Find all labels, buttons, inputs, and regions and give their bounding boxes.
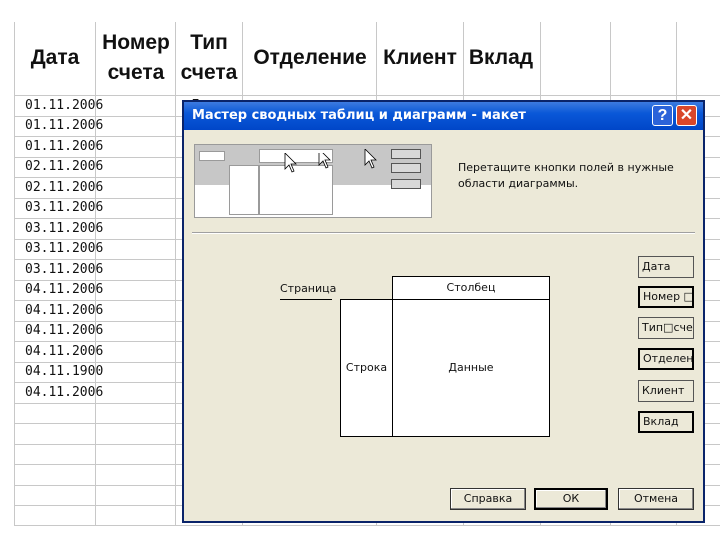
date-cell[interactable]: 04.11.2006 xyxy=(25,301,103,321)
header-account-type[interactable]: Тип счета xyxy=(176,28,242,88)
data-area[interactable]: Данные xyxy=(392,299,550,437)
date-cell[interactable]: 04.11.2006 xyxy=(25,321,103,341)
date-cell[interactable]: 02.11.2006 xyxy=(25,157,103,177)
field-button-client[interactable]: Клиент xyxy=(638,380,694,402)
date-cell[interactable]: 04.11.1900 xyxy=(25,362,103,382)
cursor-arrow-icon xyxy=(364,149,377,169)
date-cell[interactable]: 01.11.2006 xyxy=(25,116,103,136)
preview-field-btn xyxy=(391,163,421,173)
layout-preview-image xyxy=(194,144,432,218)
close-icon[interactable]: ✕ xyxy=(676,105,697,126)
header-divider xyxy=(14,95,720,96)
header-branch[interactable]: Отделение xyxy=(246,44,374,72)
divider xyxy=(192,232,695,233)
date-cell[interactable]: 02.11.2006 xyxy=(25,178,103,198)
column-area[interactable]: Столбец xyxy=(392,276,550,300)
dialog-titlebar[interactable]: Мастер сводных таблиц и диаграмм - макет… xyxy=(184,102,703,130)
preview-row-box xyxy=(229,165,259,215)
instruction-text: Перетащите кнопки полей в нужные области… xyxy=(458,161,674,190)
pivot-layout-dialog: Мастер сводных таблиц и диаграмм - макет… xyxy=(182,100,705,523)
cursor-arrows-icon xyxy=(284,153,331,173)
preview-field-btn xyxy=(391,149,421,159)
field-button-account-no[interactable]: Номер □с xyxy=(638,286,694,308)
header-date[interactable]: Дата xyxy=(18,44,92,72)
date-cell[interactable]: 03.11.2006 xyxy=(25,239,103,259)
date-cell[interactable]: 03.11.2006 xyxy=(25,219,103,239)
row-area[interactable]: Строка xyxy=(340,299,393,437)
date-cell[interactable]: 01.11.2006 xyxy=(25,137,103,157)
field-button-date[interactable]: Дата xyxy=(638,256,694,278)
column-divider xyxy=(14,22,15,526)
ok-button[interactable]: ОК xyxy=(534,488,608,510)
header-deposit[interactable]: Вклад xyxy=(464,44,538,72)
field-button-account-type[interactable]: Тип□сче xyxy=(638,317,694,339)
preview-page-box xyxy=(199,151,225,161)
field-button-branch[interactable]: Отделени xyxy=(638,348,694,370)
header-client[interactable]: Клиент xyxy=(378,44,462,72)
date-cell[interactable]: 03.11.2006 xyxy=(25,260,103,280)
date-cell[interactable]: 04.11.2006 xyxy=(25,383,103,403)
page-area[interactable]: Страница xyxy=(280,281,336,300)
column-divider xyxy=(175,22,176,526)
row-divider xyxy=(14,525,720,526)
preview-field-btn xyxy=(391,179,421,189)
dialog-title: Мастер сводных таблиц и диаграмм - макет xyxy=(192,108,526,123)
field-button-deposit[interactable]: Вклад xyxy=(638,411,694,433)
cancel-button[interactable]: Отмена xyxy=(618,488,694,510)
date-cell[interactable]: 04.11.2006 xyxy=(25,280,103,300)
date-cell[interactable]: 03.11.2006 xyxy=(25,198,103,218)
header-account-no[interactable]: Номер счета xyxy=(96,28,176,88)
help-icon[interactable]: ? xyxy=(652,105,673,126)
date-cell[interactable]: 01.11.2006 xyxy=(25,96,103,116)
date-cell[interactable]: 04.11.2006 xyxy=(25,342,103,362)
help-button[interactable]: Справка xyxy=(450,488,526,510)
